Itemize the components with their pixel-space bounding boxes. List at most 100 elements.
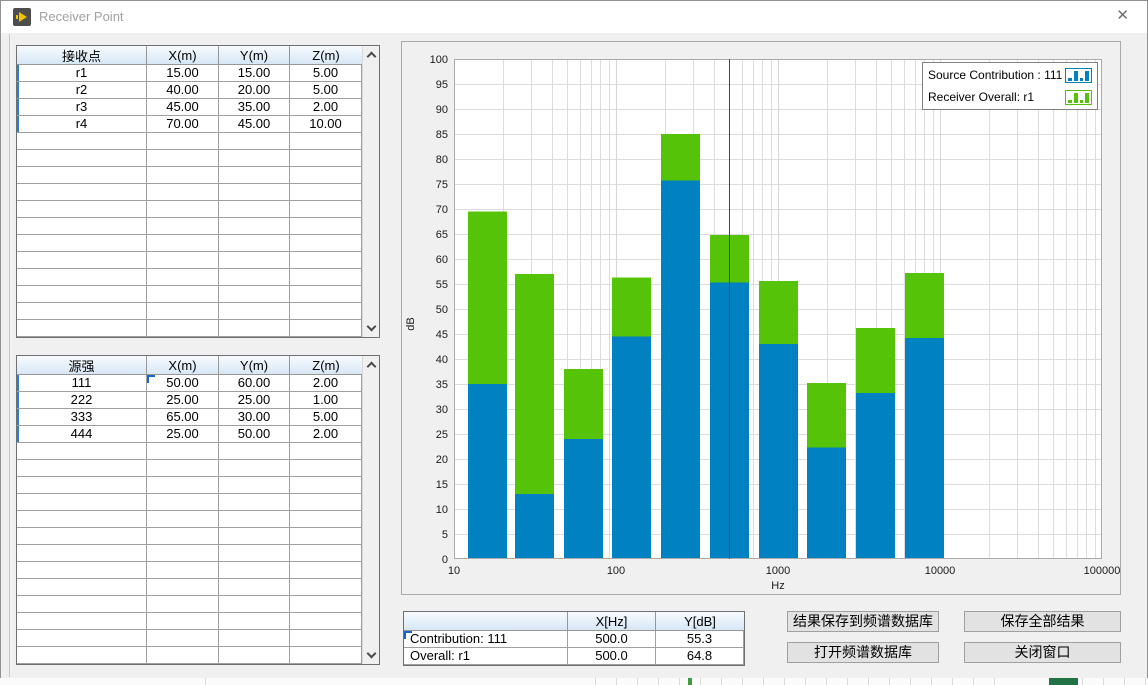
- overall-bar-segment[interactable]: [759, 281, 798, 344]
- contribution-bar-segment[interactable]: [905, 338, 944, 559]
- save-all-results-button[interactable]: 保存全部结果: [964, 611, 1121, 632]
- table-cell[interactable]: 64.8: [656, 648, 744, 665]
- close-icon[interactable]: ✕: [1116, 7, 1129, 25]
- table-cell[interactable]: [290, 647, 362, 664]
- table-cell[interactable]: [17, 562, 147, 579]
- vertical-scrollbar[interactable]: [362, 356, 379, 664]
- table-cell[interactable]: [17, 286, 147, 303]
- table-cell[interactable]: [219, 630, 290, 647]
- table-cell[interactable]: [290, 235, 362, 252]
- table-cell[interactable]: [17, 167, 147, 184]
- table-row-empty[interactable]: [17, 218, 379, 235]
- table-row[interactable]: r470.0045.0010.00: [17, 116, 379, 133]
- overall-bar-segment[interactable]: [564, 369, 603, 439]
- table-row-empty[interactable]: [17, 477, 379, 494]
- table-row-empty[interactable]: [17, 494, 379, 511]
- table-row-empty[interactable]: [17, 167, 379, 184]
- table-row-empty[interactable]: [17, 443, 379, 460]
- table-cell[interactable]: 40.00: [147, 82, 219, 99]
- table-cell[interactable]: 35.00: [219, 99, 290, 116]
- table-cell[interactable]: [147, 562, 219, 579]
- table-row[interactable]: 22225.0025.001.00: [17, 392, 379, 409]
- overall-bar-segment[interactable]: [468, 212, 507, 385]
- table-cell[interactable]: [290, 443, 362, 460]
- table-cell[interactable]: [219, 269, 290, 286]
- table-cell[interactable]: [147, 269, 219, 286]
- table-row-empty[interactable]: [17, 579, 379, 596]
- table-cell[interactable]: [17, 269, 147, 286]
- table-row-empty[interactable]: [17, 511, 379, 528]
- table-row[interactable]: 44425.0050.002.00: [17, 426, 379, 443]
- table-cell[interactable]: r3: [17, 99, 147, 116]
- table-cell[interactable]: [147, 596, 219, 613]
- table-cell[interactable]: 70.00: [147, 116, 219, 133]
- table-cell[interactable]: [219, 647, 290, 664]
- table-cell[interactable]: [147, 528, 219, 545]
- table-cell[interactable]: [290, 286, 362, 303]
- table-cell[interactable]: [17, 460, 147, 477]
- table-cell[interactable]: [290, 579, 362, 596]
- contribution-bar-segment[interactable]: [807, 448, 846, 560]
- table-cell[interactable]: [147, 252, 219, 269]
- table-cell[interactable]: 2.00: [290, 426, 362, 443]
- spectrum-chart[interactable]: 0510152025303540455055606570758085909510…: [401, 41, 1121, 595]
- table-cell[interactable]: 222: [17, 392, 147, 409]
- table-cell[interactable]: [219, 218, 290, 235]
- table-cell[interactable]: [290, 494, 362, 511]
- table-cell[interactable]: [290, 201, 362, 218]
- table-cell[interactable]: [290, 252, 362, 269]
- table-cell[interactable]: Contribution: 111: [404, 631, 568, 648]
- contribution-bar-segment[interactable]: [564, 439, 603, 559]
- save-to-spectrum-db-button[interactable]: 结果保存到频谱数据库: [787, 611, 939, 632]
- table-cell[interactable]: [147, 460, 219, 477]
- table-cell[interactable]: [147, 477, 219, 494]
- table-cell[interactable]: 2.00: [290, 375, 362, 392]
- table-row[interactable]: 11150.0060.002.00: [17, 375, 379, 392]
- table-cell[interactable]: [147, 579, 219, 596]
- contribution-bar-segment[interactable]: [759, 344, 798, 559]
- table-cell[interactable]: [219, 477, 290, 494]
- table-row[interactable]: Overall: r1500.064.8: [404, 648, 744, 665]
- table-row-empty[interactable]: [17, 596, 379, 613]
- table-cell[interactable]: [219, 596, 290, 613]
- contribution-bar-segment[interactable]: [612, 337, 651, 560]
- table-cell[interactable]: 444: [17, 426, 147, 443]
- open-spectrum-db-button[interactable]: 打开频谱数据库: [787, 642, 939, 663]
- table-cell[interactable]: [17, 477, 147, 494]
- table-row-empty[interactable]: [17, 528, 379, 545]
- table-cell[interactable]: 111: [17, 375, 147, 392]
- table-cell[interactable]: [17, 184, 147, 201]
- table-cell[interactable]: [290, 477, 362, 494]
- table-cell[interactable]: 333: [17, 409, 147, 426]
- table-cell[interactable]: [147, 303, 219, 320]
- table-cell[interactable]: [219, 511, 290, 528]
- table-cell[interactable]: 45.00: [219, 116, 290, 133]
- table-row-empty[interactable]: [17, 133, 379, 150]
- table-cell[interactable]: [17, 647, 147, 664]
- table-row-empty[interactable]: [17, 647, 379, 664]
- overall-bar-segment[interactable]: [515, 274, 554, 494]
- table-cell[interactable]: 50.00: [147, 375, 219, 392]
- table-cell[interactable]: [147, 545, 219, 562]
- table-cell[interactable]: [17, 579, 147, 596]
- table-cell[interactable]: 500.0: [568, 631, 656, 648]
- table-cell[interactable]: r1: [17, 65, 147, 82]
- table-cell[interactable]: 500.0: [568, 648, 656, 665]
- overall-bar-segment[interactable]: [856, 328, 895, 393]
- table-cell[interactable]: [219, 320, 290, 337]
- table-cell[interactable]: [17, 630, 147, 647]
- table-cell[interactable]: [17, 511, 147, 528]
- table-cell[interactable]: [290, 613, 362, 630]
- chevron-down-icon[interactable]: [367, 649, 377, 659]
- table-cell[interactable]: [17, 150, 147, 167]
- table-row-empty[interactable]: [17, 613, 379, 630]
- table-cell[interactable]: [147, 443, 219, 460]
- table-cell[interactable]: [17, 133, 147, 150]
- cursor-readout-table[interactable]: X[Hz]Y[dB]Contribution: 111500.055.3Over…: [403, 611, 745, 666]
- overall-bar-segment[interactable]: [807, 383, 846, 448]
- table-cell[interactable]: [17, 528, 147, 545]
- table-cell[interactable]: [219, 303, 290, 320]
- table-row-empty[interactable]: [17, 286, 379, 303]
- table-cell[interactable]: 15.00: [219, 65, 290, 82]
- table-cell[interactable]: Overall: r1: [404, 648, 568, 665]
